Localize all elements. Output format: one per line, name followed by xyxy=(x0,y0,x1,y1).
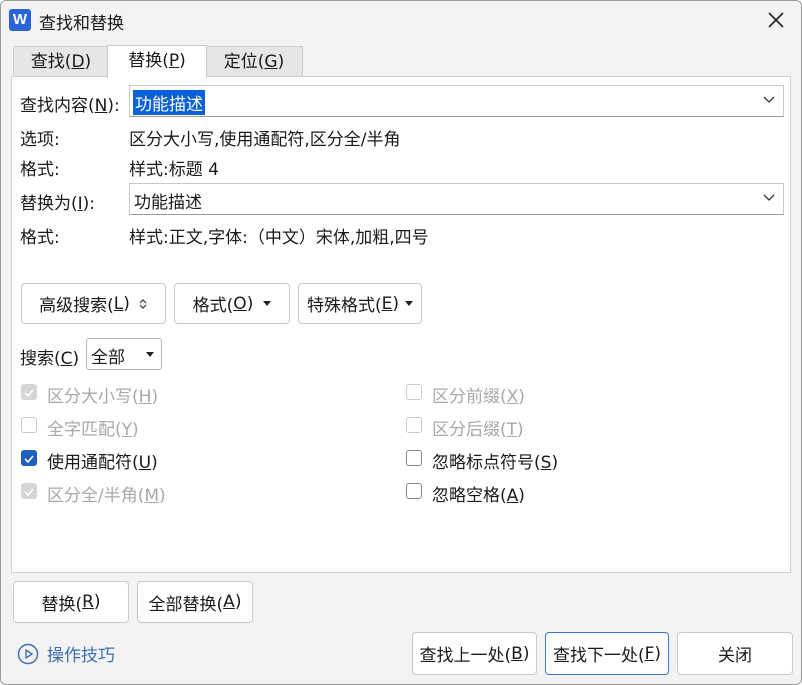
ignore-space-checkbox[interactable] xyxy=(406,483,422,499)
chevron-down-icon xyxy=(763,96,775,103)
dropdown-arrow-icon xyxy=(405,301,414,306)
tab-find[interactable]: 查找(D) xyxy=(13,46,109,77)
match-prefix-checkbox[interactable] xyxy=(406,384,422,400)
format-dropdown-button[interactable]: 格式(O) xyxy=(174,283,290,324)
close-window-button[interactable] xyxy=(759,5,793,35)
ignore-space-label: 忽略空格(A) xyxy=(432,486,525,506)
whole-word-checkbox[interactable] xyxy=(21,417,37,433)
match-case-label: 区分大小写(H) xyxy=(47,387,159,407)
close-button[interactable]: 关闭 xyxy=(677,632,793,675)
replace-input[interactable]: 功能描述 xyxy=(129,183,784,215)
match-suffix-label: 区分后缀(T) xyxy=(432,420,524,440)
find-input-value: 功能描述 xyxy=(133,90,205,115)
options-value: 区分大小写,使用通配符,区分全/半角 xyxy=(129,130,401,150)
app-icon: W xyxy=(9,9,31,31)
match-prefix-label: 区分前缀(X) xyxy=(432,387,525,407)
tab-replace[interactable]: 替换(P) xyxy=(107,45,207,78)
match-suffix-checkbox[interactable] xyxy=(406,417,422,433)
special-format-dropdown-button[interactable]: 特殊格式(E) xyxy=(298,283,422,324)
advanced-search-button[interactable]: 高级搜索(L) xyxy=(21,283,166,324)
find-format-label: 格式: xyxy=(20,160,60,180)
find-label: 查找内容(N): xyxy=(20,96,120,116)
replace-label: 替换为(I): xyxy=(20,194,96,214)
match-case-checkbox[interactable] xyxy=(21,384,37,400)
checkmark-icon xyxy=(24,488,34,497)
close-icon xyxy=(768,12,784,28)
replace-all-button[interactable]: 全部替换(A) xyxy=(137,581,253,623)
play-circle-icon xyxy=(17,643,39,664)
checkmark-icon xyxy=(24,455,34,464)
chevron-down-icon xyxy=(763,194,775,201)
collapse-arrows-icon xyxy=(139,298,147,309)
ignore-punctuation-label: 忽略标点符号(S) xyxy=(432,453,559,473)
whole-word-label: 全字匹配(Y) xyxy=(47,420,139,440)
find-replace-dialog: W 查找和替换 查找(D) 替换(P) 定位(G) 查找内容(N): 功能描述 … xyxy=(0,0,802,685)
wildcards-label: 使用通配符(U) xyxy=(47,453,158,473)
replace-format-value: 样式:正文,字体:（中文）宋体,加粗,四号 xyxy=(129,228,429,248)
window-title: 查找和替换 xyxy=(39,14,124,34)
replace-input-value: 功能描述 xyxy=(134,193,202,213)
replace-format-label: 格式: xyxy=(20,228,60,248)
replace-button[interactable]: 替换(R) xyxy=(13,581,129,623)
dropdown-arrow-icon xyxy=(263,301,272,306)
ignore-punctuation-checkbox[interactable] xyxy=(406,450,422,466)
search-scope-label: 搜索(C) xyxy=(20,349,80,369)
find-previous-button[interactable]: 查找上一处(B) xyxy=(412,632,537,675)
options-label: 选项: xyxy=(20,130,60,150)
tips-link[interactable]: 操作技巧 xyxy=(17,641,115,666)
tab-goto[interactable]: 定位(G) xyxy=(205,46,303,77)
search-scope-select[interactable]: 全部 xyxy=(86,338,162,370)
wildcards-checkbox[interactable] xyxy=(21,450,37,466)
full-half-width-checkbox[interactable] xyxy=(21,483,37,499)
checkmark-icon xyxy=(24,389,34,398)
find-input[interactable]: 功能描述 xyxy=(129,85,784,117)
dropdown-arrow-icon xyxy=(146,352,154,357)
find-format-value: 样式:标题 4 xyxy=(129,160,219,180)
full-half-width-label: 区分全/半角(M) xyxy=(47,486,166,506)
find-next-button[interactable]: 查找下一处(F) xyxy=(545,632,669,675)
title-bar: W 查找和替换 xyxy=(1,1,801,41)
